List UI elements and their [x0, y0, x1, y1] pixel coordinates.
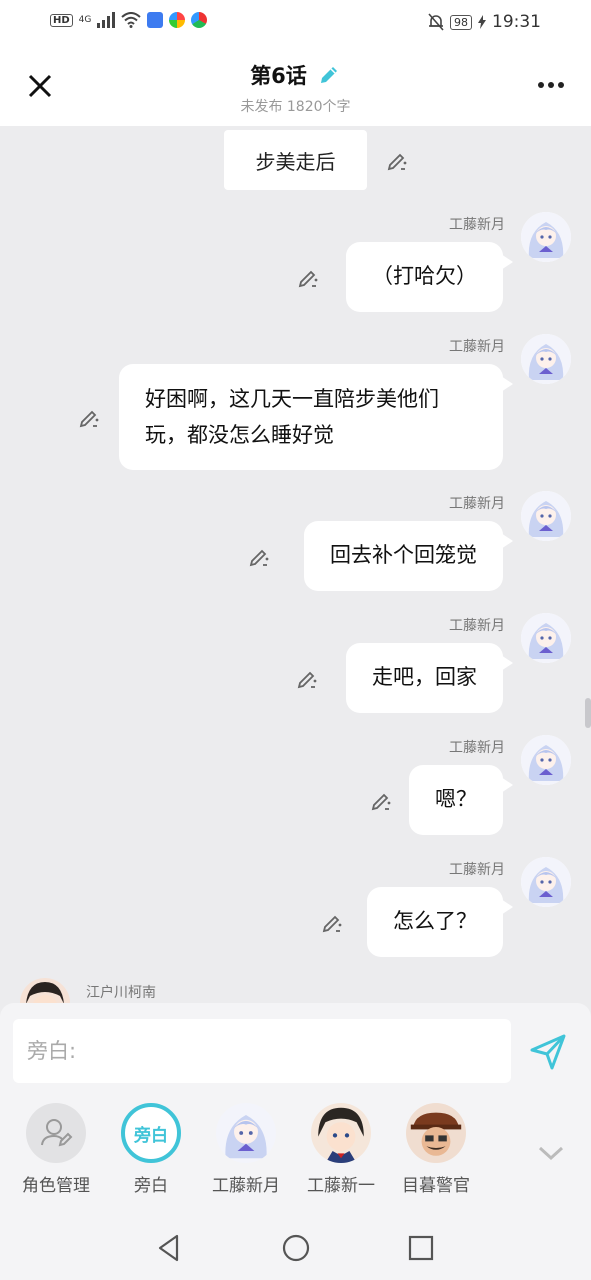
avatar[interactable]	[521, 491, 571, 541]
edit-icon[interactable]	[320, 911, 344, 935]
avatar[interactable]	[521, 212, 571, 262]
status-bar: HD 4G 98 19:31	[0, 0, 591, 46]
edit-icon[interactable]	[296, 266, 320, 290]
edit-icon[interactable]	[77, 406, 101, 430]
role-label: 目暮警官	[402, 1176, 470, 1196]
home-circle-icon[interactable]	[281, 1233, 311, 1263]
bubble-tail	[501, 533, 513, 549]
avatar[interactable]	[521, 735, 571, 785]
sender-name: 工藤新月	[449, 740, 505, 756]
avatar[interactable]	[521, 857, 571, 907]
message-text: 好困啊，这几天一直陪步美他们玩，都没怎么睡好觉	[145, 387, 439, 447]
edit-icon[interactable]	[369, 789, 393, 813]
bubble-tail	[501, 777, 513, 793]
signal-icon	[97, 12, 116, 28]
message-bubble[interactable]: 怎么了？	[367, 887, 503, 957]
narration-badge-text: 旁白	[134, 1125, 168, 1146]
pencil-icon[interactable]	[317, 63, 341, 87]
network-type: 4G	[78, 15, 92, 25]
avatar	[216, 1103, 276, 1163]
role-label: 工藤新一	[307, 1176, 375, 1196]
recents-square-icon[interactable]	[406, 1233, 436, 1263]
message-bubble[interactable]: （打哈欠）	[346, 242, 503, 312]
chapter-title-text: 第6话	[250, 64, 307, 88]
charging-icon	[478, 15, 486, 29]
role-character-button[interactable]: 目暮警官	[391, 1103, 481, 1196]
chevron-down-icon[interactable]	[536, 1143, 566, 1163]
role-label: 角色管理	[22, 1176, 90, 1196]
message-text: 走吧，回家	[372, 665, 477, 689]
message-bubble[interactable]: 嗯？	[409, 765, 503, 835]
role-label: 工藤新月	[212, 1176, 280, 1196]
bubble-tail	[501, 376, 513, 392]
chapter-stats: 未发布 1820个字	[240, 99, 351, 115]
avatar[interactable]	[521, 613, 571, 663]
edit-icon[interactable]	[247, 545, 271, 569]
avatar	[311, 1103, 371, 1163]
role-narration-button[interactable]: 旁白 旁白	[106, 1103, 196, 1196]
sender-name: 工藤新月	[449, 618, 505, 634]
avatar[interactable]	[521, 334, 571, 384]
avatar	[406, 1103, 466, 1163]
status-left: HD 4G	[50, 12, 208, 28]
mute-bell-icon	[428, 13, 444, 31]
bubble-tail	[501, 899, 513, 915]
compose-panel: 角色管理 旁白 旁白 工藤新月 工藤新一 目暮警官	[0, 1003, 591, 1217]
app-notification-icon	[191, 12, 208, 28]
narration-bubble[interactable]: 步美走后	[224, 130, 367, 190]
role-label: 旁白	[134, 1176, 168, 1196]
chapter-title[interactable]: 第6话	[250, 60, 341, 90]
sender-name: 工藤新月	[449, 217, 505, 233]
chat-area[interactable]: 步美走后 工藤新月 （打哈欠） 工藤新月 好困啊，这几天一直陪步美他们玩，都没怎…	[0, 126, 591, 1016]
back-triangle-icon[interactable]	[155, 1233, 185, 1263]
more-icon[interactable]	[537, 80, 565, 90]
app-notification-icon	[147, 12, 164, 28]
message-bubble[interactable]: 回去补个回笼觉	[304, 521, 503, 591]
sender-name: 工藤新月	[449, 496, 505, 512]
send-icon[interactable]	[528, 1032, 568, 1072]
user-edit-icon	[26, 1103, 86, 1163]
role-character-button[interactable]: 工藤新月	[201, 1103, 291, 1196]
hd-indicator: HD	[50, 13, 73, 27]
message-input[interactable]	[13, 1019, 511, 1083]
battery-level: 98	[450, 14, 472, 30]
message-text: 嗯？	[435, 787, 477, 811]
edit-icon[interactable]	[295, 667, 319, 691]
message-text: 怎么了？	[393, 909, 477, 933]
clock: 19:31	[492, 12, 541, 32]
scrollbar[interactable]	[585, 698, 591, 728]
app-notification-icon	[169, 12, 186, 28]
role-manage-button[interactable]: 角色管理	[11, 1103, 101, 1196]
edit-icon[interactable]	[385, 149, 409, 173]
wifi-icon	[121, 12, 142, 28]
message-text: （打哈欠）	[372, 264, 477, 288]
bubble-tail	[501, 254, 513, 270]
bubble-tail	[501, 655, 513, 671]
app-header: 第6话 未发布 1820个字	[0, 46, 591, 126]
sender-name: 工藤新月	[449, 339, 505, 355]
sender-name: 工藤新月	[449, 862, 505, 878]
message-text: 回去补个回笼觉	[330, 543, 477, 567]
role-character-button[interactable]: 工藤新一	[296, 1103, 386, 1196]
message-bubble[interactable]: 走吧，回家	[346, 643, 503, 713]
system-nav-bar	[0, 1217, 591, 1280]
title-block: 第6话 未发布 1820个字	[0, 60, 591, 116]
narration-badge: 旁白	[121, 1103, 181, 1163]
status-right: 98 19:31	[428, 12, 541, 32]
message-bubble[interactable]: 好困啊，这几天一直陪步美他们玩，都没怎么睡好觉	[119, 364, 503, 470]
sender-name: 江户川柯南	[86, 985, 156, 1001]
